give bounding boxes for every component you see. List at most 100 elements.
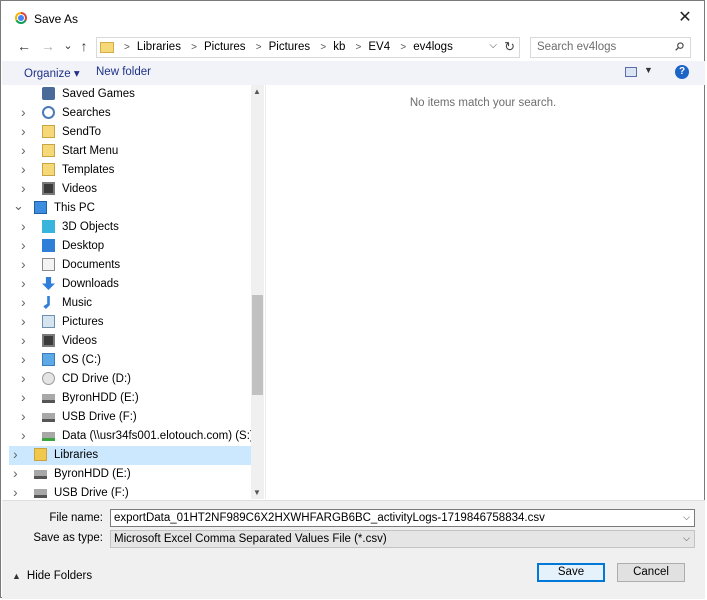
chevron-right-icon[interactable]: ›: [21, 218, 26, 234]
libraries-icon: [34, 448, 47, 461]
drive-icon: [42, 413, 55, 422]
save-type-select[interactable]: Microsoft Excel Comma Separated Values F…: [110, 530, 695, 548]
navigation-scrollbar[interactable]: ▲ ▼: [251, 85, 264, 499]
chevron-right-icon[interactable]: ›: [13, 465, 18, 481]
chevron-down-icon[interactable]: ⌵: [489, 40, 497, 51]
chevron-down-icon[interactable]: ⌵: [683, 512, 690, 523]
nav-tree-label: Music: [62, 297, 93, 309]
nav-tree-item[interactable]: › Data (\\usr34fs001.elotouch.com) (S:): [9, 427, 251, 446]
chevron-right-icon[interactable]: ›: [21, 104, 26, 120]
file-name-field[interactable]: exportData_01HT2NF989C6X2HXWHFARGB6BC_ac…: [110, 509, 695, 527]
organize-button[interactable]: Organize ▾: [24, 66, 80, 80]
nav-tree-item[interactable]: › CD Drive (D:): [9, 370, 251, 389]
chevron-right-icon[interactable]: ›: [21, 180, 26, 196]
hide-folders-button[interactable]: ▲ Hide Folders: [12, 570, 92, 582]
downloads-icon: [42, 277, 55, 290]
nav-tree-item[interactable]: › 3D Objects: [9, 218, 251, 237]
nav-tree-item[interactable]: › USB Drive (F:): [9, 408, 251, 427]
nav-tree-label: Videos: [62, 335, 97, 347]
chevron-right-icon[interactable]: ›: [21, 123, 26, 139]
nav-tree-item[interactable]: › Start Menu: [9, 142, 251, 161]
nav-tree-item[interactable]: › USB Drive (F:): [9, 484, 251, 499]
scroll-up-icon[interactable]: ▲: [253, 87, 261, 96]
nav-tree-item[interactable]: › OS (C:): [9, 351, 251, 370]
chevron-down-icon[interactable]: ▼: [644, 65, 653, 75]
address-bar[interactable]: > Libraries > Pictures > Pictures > kb > EV4 …: [96, 37, 520, 58]
chevron-right-icon[interactable]: ›: [13, 484, 18, 499]
up-button[interactable]: ↑: [75, 37, 93, 55]
nav-tree-label: ByronHDD (E:): [62, 392, 139, 404]
dialog-title: Save As: [34, 12, 79, 26]
chevron-right-icon[interactable]: ›: [21, 332, 26, 348]
chevron-right-icon[interactable]: ›: [21, 427, 26, 443]
chevron-right-icon[interactable]: ›: [21, 237, 26, 253]
nav-tree-item[interactable]: › Music: [9, 294, 251, 313]
nav-tree-item[interactable]: › Documents: [9, 256, 251, 275]
nav-tree-label: Pictures: [62, 316, 104, 328]
chevron-right-icon[interactable]: ›: [21, 161, 26, 177]
folder-icon: [42, 163, 55, 176]
chevron-right-icon[interactable]: ›: [21, 408, 26, 424]
nav-tree-label: OS (C:): [62, 354, 101, 366]
nav-tree-label: USB Drive (F:): [62, 411, 137, 423]
chevron-right-icon[interactable]: ›: [13, 446, 18, 462]
title-bar: Save As ✕: [1, 1, 704, 31]
nav-tree-item[interactable]: › Downloads: [9, 275, 251, 294]
nav-tree-label: Libraries: [54, 449, 99, 461]
search-input[interactable]: Search ev4logs: [537, 41, 616, 53]
nav-tree-item[interactable]: › Videos: [9, 332, 251, 351]
cancel-button[interactable]: Cancel: [617, 563, 685, 582]
nav-tree-label: ByronHDD (E:): [54, 468, 131, 480]
desktop-icon: [42, 239, 55, 252]
chevron-right-icon[interactable]: ›: [21, 389, 26, 405]
breadcrumb-item[interactable]: Pictures: [269, 41, 311, 53]
chevron-right-icon[interactable]: ›: [21, 313, 26, 329]
nav-tree-item[interactable]: › ByronHDD (E:): [9, 389, 251, 408]
breadcrumb-item[interactable]: Libraries: [137, 41, 181, 53]
help-icon[interactable]: ?: [675, 65, 689, 79]
chevron-right-icon[interactable]: ›: [21, 351, 26, 367]
empty-message: No items match your search.: [409, 97, 557, 109]
scroll-down-icon[interactable]: ▼: [253, 488, 261, 497]
nav-tree-item[interactable]: › Desktop: [9, 237, 251, 256]
chevron-right-icon[interactable]: ›: [21, 256, 26, 272]
chevron-right-icon[interactable]: ›: [21, 294, 26, 310]
chevron-right-icon[interactable]: ›: [21, 142, 26, 158]
close-button[interactable]: ✕: [674, 7, 696, 29]
refresh-icon[interactable]: ↻: [504, 39, 515, 55]
breadcrumb-item[interactable]: kb: [333, 41, 345, 53]
nav-tree-item[interactable]: › Libraries: [9, 446, 251, 465]
nav-tree-item[interactable]: › Videos: [9, 180, 251, 199]
nav-tree-label: Downloads: [62, 278, 119, 290]
nav-tree-item[interactable]: ⌄ This PC: [9, 198, 251, 218]
file-name-input[interactable]: exportData_01HT2NF989C6X2HXWHFARGB6BC_ac…: [114, 512, 545, 524]
computer-icon: [34, 201, 47, 214]
scrollbar-thumb[interactable]: [252, 295, 263, 395]
save-button[interactable]: Save: [537, 563, 605, 582]
nav-tree-item[interactable]: › Pictures: [9, 313, 251, 332]
nav-tree-item[interactable]: › Templates: [9, 161, 251, 180]
nav-tree-item[interactable]: Saved Games: [9, 85, 251, 104]
pictures-icon: [42, 315, 55, 328]
breadcrumb-item[interactable]: Pictures: [204, 41, 246, 53]
nav-tree-item[interactable]: › SendTo: [9, 123, 251, 142]
chevron-up-icon: ▲: [12, 571, 21, 581]
forward-button[interactable]: →: [39, 37, 57, 55]
chevron-down-icon[interactable]: ⌵: [683, 533, 690, 544]
breadcrumb-item[interactable]: EV4: [368, 41, 390, 53]
drive-icon: [34, 470, 47, 479]
back-button[interactable]: ←: [15, 37, 33, 55]
nav-tree-item[interactable]: › ByronHDD (E:): [9, 465, 251, 484]
search-box[interactable]: Search ev4logs: [530, 37, 691, 58]
view-options-icon[interactable]: [625, 67, 637, 77]
breadcrumb-item[interactable]: ev4logs: [413, 41, 453, 53]
os-drive-icon: [42, 353, 55, 366]
nav-tree-label: Templates: [62, 164, 115, 176]
chevron-right-icon[interactable]: ›: [21, 275, 26, 291]
chevron-right-icon[interactable]: ›: [21, 370, 26, 386]
nav-tree-item[interactable]: › Searches: [9, 104, 251, 123]
file-list-pane[interactable]: No items match your search.: [265, 85, 700, 499]
search-folder-icon: [42, 106, 55, 119]
new-folder-button[interactable]: New folder: [96, 66, 151, 78]
chevron-down-icon[interactable]: ⌄: [13, 198, 24, 214]
